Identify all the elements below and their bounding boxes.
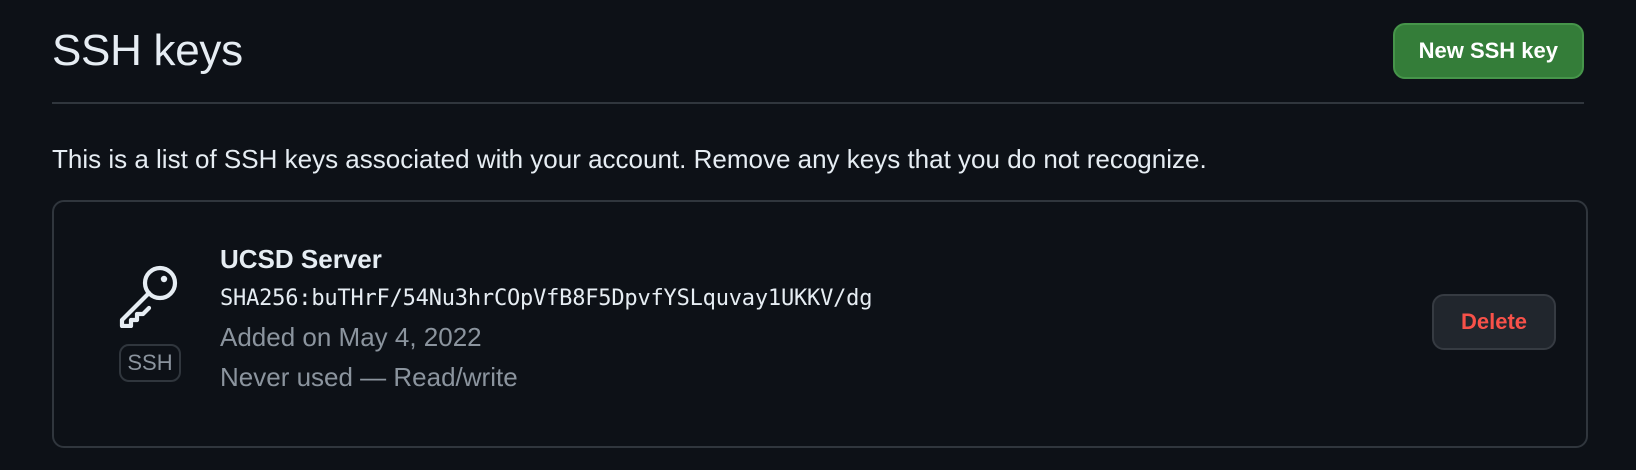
key-type-indicator: SSH bbox=[116, 262, 184, 382]
ssh-keys-page: SSH keys New SSH key This is a list of S… bbox=[0, 0, 1636, 470]
key-icon bbox=[117, 262, 183, 328]
delete-ssh-key-button[interactable]: Delete bbox=[1432, 294, 1556, 350]
ssh-key-list-item: SSH UCSD Server SHA256:buTHrF/54Nu3hrCOp… bbox=[52, 200, 1588, 448]
ssh-key-usage: Never used — Read/write bbox=[220, 362, 518, 392]
ssh-key-title: UCSD Server bbox=[220, 244, 382, 274]
ssh-type-badge: SSH bbox=[119, 344, 181, 382]
new-ssh-key-button[interactable]: New SSH key bbox=[1392, 23, 1584, 79]
ssh-keys-description: This is a list of SSH keys associated wi… bbox=[52, 144, 1207, 174]
ssh-key-added-date: Added on May 4, 2022 bbox=[220, 322, 482, 352]
page-header: SSH keys New SSH key bbox=[52, 0, 1584, 104]
ssh-key-details: UCSD Server SHA256:buTHrF/54Nu3hrCOpVfB8… bbox=[220, 246, 872, 390]
ssh-key-fingerprint: SHA256:buTHrF/54Nu3hrCOpVfB8F5DpvfYSLquv… bbox=[220, 286, 873, 311]
page-title: SSH keys bbox=[52, 26, 243, 75]
